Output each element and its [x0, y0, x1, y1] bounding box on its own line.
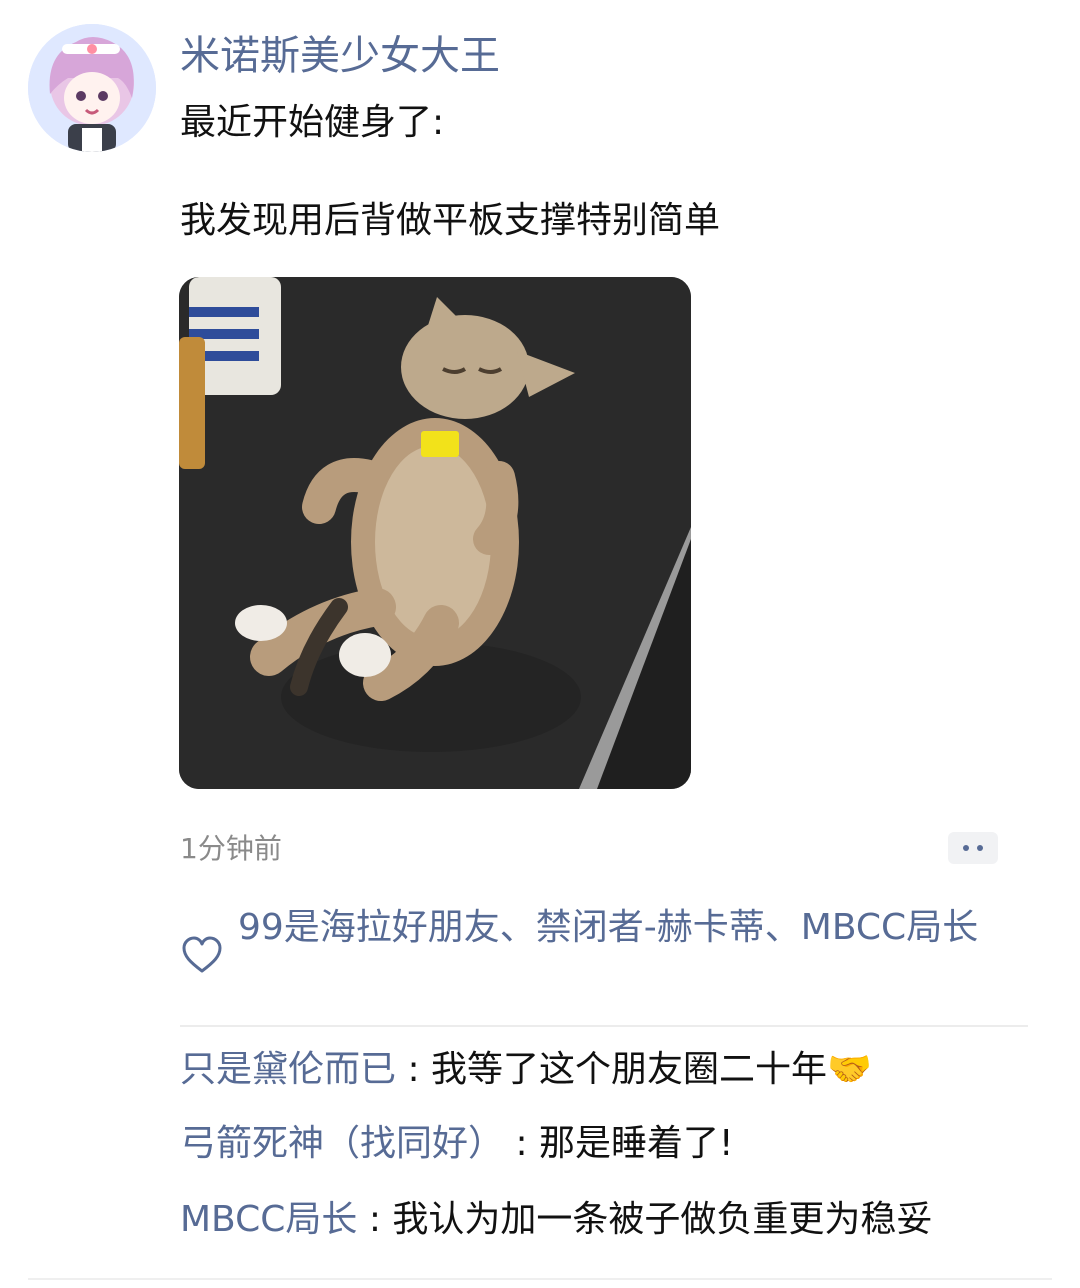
likes-comments-divider — [180, 1025, 1028, 1027]
likes-names[interactable]: 99是海拉好朋友、禁闭者-赫卡蒂、MBCC局长 — [238, 905, 1028, 951]
user-avatar[interactable] — [28, 24, 156, 152]
more-actions-button[interactable] — [948, 832, 998, 864]
comment-row[interactable]: 只是黛伦而已 : 我等了这个朋友圈二十年🤝 — [180, 1046, 872, 1094]
handshake-emoji-icon: 🤝 — [827, 1049, 872, 1090]
comment-author[interactable]: 只是黛伦而已 — [180, 1049, 396, 1090]
heart-icon — [182, 936, 222, 973]
bottom-divider — [28, 1278, 1052, 1280]
comment-text: 那是睡着了! — [539, 1123, 734, 1164]
comment-author[interactable]: 弓箭死神（找同好） — [180, 1123, 504, 1164]
comment-separator: : — [396, 1049, 432, 1090]
comment-text: 我认为加一条被子做负重更为稳妥 — [392, 1199, 933, 1240]
post-timestamp: 1分钟前 — [180, 832, 282, 865]
comment-author[interactable]: MBCC局长 — [180, 1199, 357, 1240]
post-image-kitten[interactable] — [179, 277, 691, 789]
more-dot-1 — [963, 845, 969, 851]
comment-separator: : — [504, 1123, 540, 1164]
post-text-line-1: 最近开始健身了: — [180, 102, 445, 143]
comment-row[interactable]: MBCC局长 : 我认为加一条被子做负重更为稳妥 — [180, 1196, 932, 1244]
post-text-line-2: 我发现用后背做平板支撑特别简单 — [180, 200, 721, 241]
comment-separator: : — [357, 1199, 393, 1240]
more-dot-2 — [977, 845, 983, 851]
comment-text: 我等了这个朋友圈二十年 — [431, 1049, 828, 1090]
post-author-name[interactable]: 米诺斯美少女大王 — [180, 30, 500, 82]
comment-row[interactable]: 弓箭死神（找同好） : 那是睡着了! — [180, 1120, 733, 1168]
